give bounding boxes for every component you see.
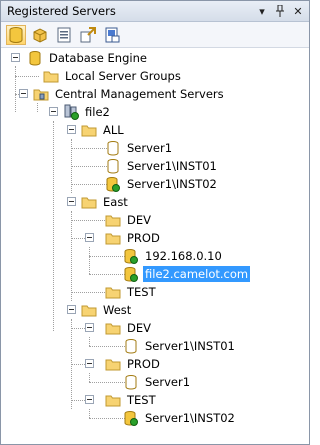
server-icon [123, 374, 139, 390]
server-running-icon [123, 248, 139, 264]
tree-node-server[interactable]: Server1\INST02 [105, 175, 219, 193]
server-type-toolbar [1, 22, 309, 48]
server-running-icon [123, 410, 139, 426]
sql-compact-icon [105, 27, 120, 42]
integration-services-button[interactable] [78, 25, 98, 45]
tree-node-group-west[interactable]: West [67, 301, 133, 319]
tree-node-group-east-dev[interactable]: DEV [105, 211, 153, 229]
tree-node-label: Server1\INST01 [145, 339, 235, 353]
database-engine-button[interactable] [6, 24, 26, 45]
tree-node-label: Server1\INST01 [127, 159, 217, 173]
collapse-toggle[interactable] [85, 233, 94, 242]
tree-node-cms-server[interactable]: file2 [49, 103, 112, 121]
tree-node-label: Server1 [145, 375, 191, 389]
database-engine-icon [27, 50, 43, 66]
tree-node-label: TEST [127, 393, 156, 407]
tree-node-group-west-test[interactable]: TEST [85, 391, 158, 409]
tree-node-group-east[interactable]: East [67, 193, 130, 211]
folder-icon [81, 194, 97, 210]
analysis-services-icon [33, 27, 47, 43]
collapse-toggle[interactable] [49, 107, 58, 116]
folder-icon [81, 122, 97, 138]
tree-node-label: West [103, 303, 132, 317]
server-icon [123, 338, 139, 354]
cms-server-icon [63, 104, 79, 120]
server-icon [105, 140, 121, 156]
tree-node-label: Database Engine [49, 51, 147, 65]
registered-servers-panel: Registered Servers ▾ ✕ Database Engine L… [0, 0, 310, 445]
reporting-services-button[interactable] [54, 25, 74, 45]
server-running-icon [105, 176, 121, 192]
reporting-services-icon [57, 27, 71, 42]
tree-node-local-server-groups[interactable]: Local Server Groups [43, 67, 183, 85]
tree-node-group-west-dev[interactable]: DEV [85, 319, 153, 337]
tree-node-server[interactable]: Server1 [105, 139, 174, 157]
folder-icon [81, 302, 97, 318]
tree-node-group-all[interactable]: ALL [67, 121, 126, 139]
server-icon [105, 158, 121, 174]
analysis-services-button[interactable] [30, 25, 50, 45]
tree-node-server[interactable]: 192.168.0.10 [123, 247, 224, 265]
folder-icon [43, 68, 59, 84]
tree-node-central-management-servers[interactable]: Central Management Servers [19, 85, 226, 103]
tree-node-label: DEV [127, 213, 151, 227]
collapse-toggle[interactable] [85, 359, 94, 368]
tree-node-label: Server1\INST02 [145, 411, 235, 425]
sql-compact-button[interactable] [102, 25, 122, 45]
panel-titlebar: Registered Servers ▾ ✕ [1, 1, 309, 22]
tree-node-label: PROD [127, 231, 160, 245]
tree-node-label: file2.camelot.com [143, 266, 251, 282]
window-position-icon[interactable]: ▾ [255, 4, 269, 18]
tree-node-label: 192.168.0.10 [145, 249, 222, 263]
collapse-toggle[interactable] [19, 89, 28, 98]
panel-title: Registered Servers [7, 4, 116, 18]
collapse-toggle[interactable] [85, 395, 94, 404]
tree-node-group-east-prod[interactable]: PROD [85, 229, 162, 247]
tree-node-label: file2 [85, 105, 110, 119]
tree-node-label: ALL [103, 123, 124, 137]
collapse-toggle[interactable] [67, 305, 76, 314]
collapse-toggle[interactable] [67, 197, 76, 206]
tree-node-group-west-prod[interactable]: PROD [85, 355, 162, 373]
tree-node-server[interactable]: Server1\INST02 [123, 409, 237, 427]
tree-node-server-selected[interactable]: file2.camelot.com [123, 265, 251, 283]
tree-node-label: Server1\INST02 [127, 177, 217, 191]
tree-node-label: Local Server Groups [65, 69, 181, 83]
folder-icon [105, 230, 121, 246]
folder-icon [105, 212, 121, 228]
tree-node-label: DEV [127, 321, 151, 335]
auto-hide-pin-icon[interactable] [273, 4, 287, 18]
tree-node-label: PROD [127, 357, 160, 371]
tree-node-database-engine[interactable]: Database Engine [11, 49, 149, 67]
folder-icon [105, 356, 121, 372]
folder-icon [105, 320, 121, 336]
tree-node-label: TEST [127, 285, 156, 299]
database-engine-icon [9, 26, 23, 43]
tree-node-label: East [103, 195, 128, 209]
tree-node-label: Central Management Servers [55, 87, 224, 101]
collapse-toggle[interactable] [85, 323, 94, 332]
close-icon[interactable]: ✕ [291, 4, 305, 18]
tree-node-server[interactable]: Server1\INST01 [123, 337, 237, 355]
server-running-icon [123, 266, 139, 282]
server-group-icon [33, 86, 49, 102]
tree-node-label: Server1 [127, 141, 173, 155]
folder-icon [105, 392, 121, 408]
tree-node-server[interactable]: Server1 [123, 373, 192, 391]
folder-icon [105, 284, 121, 300]
tree-node-group-east-test[interactable]: TEST [105, 283, 158, 301]
collapse-toggle[interactable] [11, 53, 20, 62]
integration-services-icon [80, 26, 96, 42]
tree-node-server[interactable]: Server1\INST01 [105, 157, 219, 175]
collapse-toggle[interactable] [67, 125, 76, 134]
